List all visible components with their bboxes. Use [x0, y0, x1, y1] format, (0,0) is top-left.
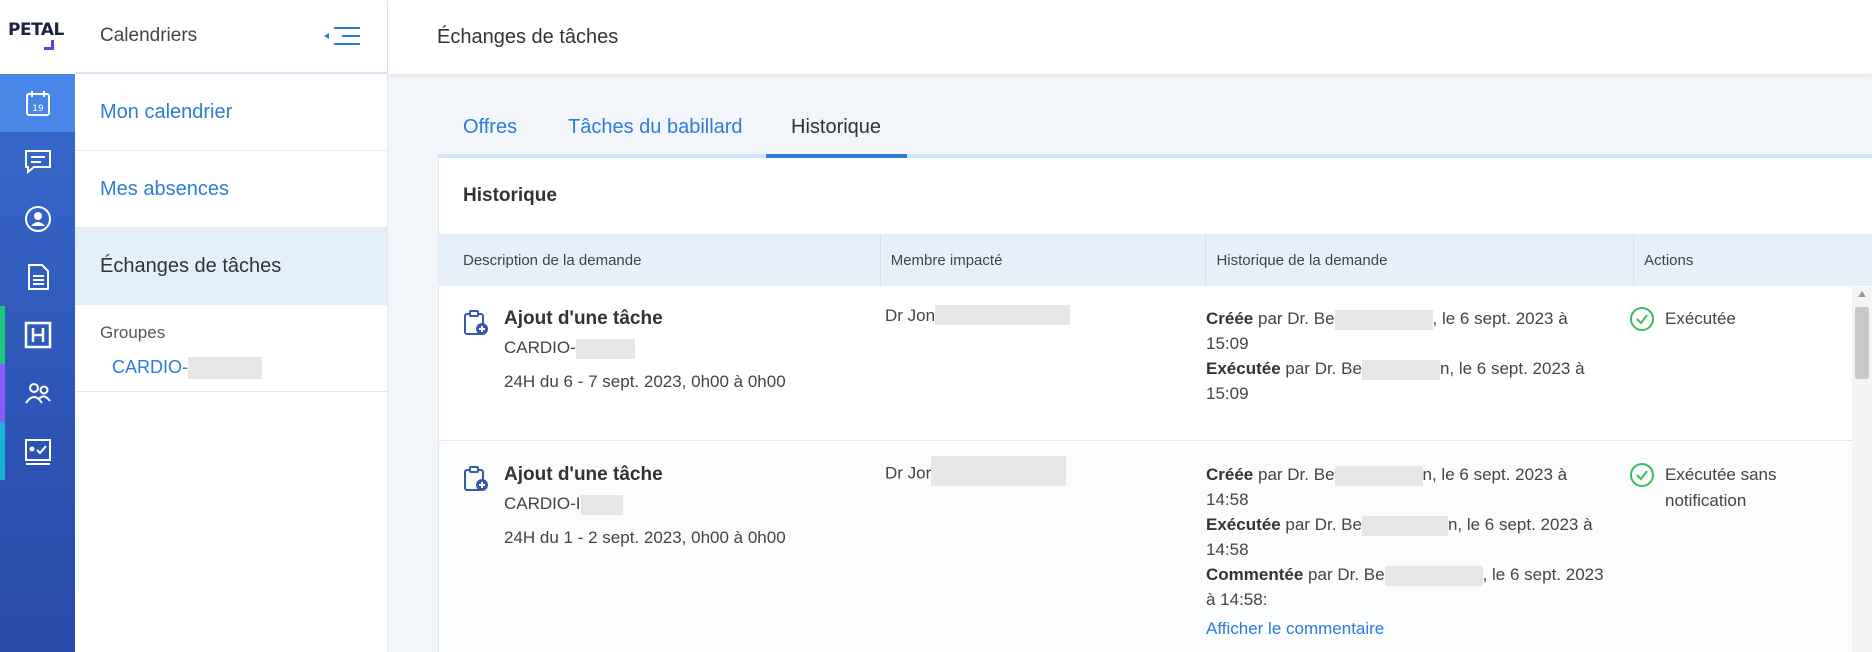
- request-history: Créée par Dr. Be n, le 6 sept. 2023 à 14:…: [1206, 462, 1611, 641]
- history-action: Exécutée: [1206, 515, 1281, 534]
- rail-documents[interactable]: [0, 248, 75, 306]
- top-bar: Échanges de tâches: [388, 0, 1872, 74]
- table-row[interactable]: Ajout d'une tâche CARDIO- 24H du 6 - 7 s…: [439, 286, 1872, 441]
- redacted-text: [935, 304, 1071, 325]
- check-circle-icon: [1630, 463, 1654, 487]
- history-action: Créée: [1206, 465, 1254, 484]
- task-title: Ajout d'une tâche: [504, 308, 663, 329]
- collapse-menu-icon[interactable]: [322, 24, 362, 48]
- rail-presentation[interactable]: [0, 422, 75, 480]
- task-group: CARDIO-I: [504, 494, 623, 515]
- sidebar-item-mon-calendrier[interactable]: Mon calendrier: [75, 74, 387, 151]
- sidebar-item-mes-absences[interactable]: Mes absences: [75, 151, 387, 228]
- request-history: Créée par Dr. Be, le 6 sept. 2023 à 15:0…: [1206, 306, 1611, 406]
- presentation-check-icon: [24, 439, 51, 465]
- history-entry: Exécutée par Dr. Be n, le 6 sept. 2023 à …: [1206, 512, 1611, 562]
- team-icon: [24, 383, 51, 404]
- hospital-icon: [24, 321, 51, 349]
- rail-accent-strip: [0, 306, 5, 364]
- tab-historique[interactable]: Historique: [791, 116, 881, 158]
- history-actor: par Dr. Be: [1280, 359, 1362, 378]
- calendar-icon: 19: [25, 91, 50, 116]
- redacted-text: [931, 456, 1067, 486]
- history-card: Historique Description de la demande Mem…: [438, 158, 1872, 652]
- rail-profile[interactable]: [0, 190, 75, 248]
- member-name: Dr Jor: [885, 463, 932, 483]
- tab-bar: Offres Tâches du babillard Historique: [438, 100, 1872, 158]
- logo-mark: [44, 40, 54, 50]
- document-icon: [27, 264, 49, 290]
- rail-messages[interactable]: [0, 132, 75, 190]
- impacted-member: Dr Jor: [885, 456, 1067, 486]
- calendar-sidebar: Calendriers Mon calendrier Mes absences …: [75, 0, 388, 652]
- task-group-label: CARDIO-: [504, 338, 576, 357]
- logo[interactable]: PETAL: [0, 0, 75, 74]
- table-scrollbar[interactable]: [1852, 287, 1872, 652]
- show-comment-link[interactable]: Afficher le commentaire: [1206, 616, 1611, 641]
- history-entry: Exécutée par Dr. Be n, le 6 sept. 2023 à …: [1206, 356, 1611, 406]
- sidebar-header: Calendriers: [75, 0, 387, 74]
- redacted-text: [575, 338, 635, 359]
- logo-text: PETAL: [8, 20, 64, 40]
- column-header[interactable]: Historique de la demande: [1206, 235, 1635, 286]
- column-header[interactable]: Actions: [1634, 235, 1872, 286]
- redacted-text: [1334, 309, 1433, 330]
- table-header: Description de la demande Membre impacté…: [439, 235, 1872, 286]
- sidebar-title: Calendriers: [100, 25, 198, 46]
- history-action: Créée: [1206, 309, 1254, 328]
- group-link-label: CARDIO-: [112, 357, 188, 377]
- task-title: Ajout d'une tâche: [504, 464, 663, 485]
- action-label: Exécutée sans notification: [1665, 465, 1777, 510]
- rail-team[interactable]: [0, 364, 75, 422]
- redacted-text: [188, 357, 262, 380]
- redacted-text: [1361, 515, 1448, 536]
- table-row[interactable]: Ajout d'une tâche CARDIO-I 24H du 1 - 2 …: [439, 442, 1872, 652]
- chat-icon: [24, 150, 51, 175]
- redacted-text: [1361, 359, 1440, 380]
- history-actor: par Dr. Be: [1280, 515, 1362, 534]
- impacted-member: Dr Jon: [885, 304, 1071, 326]
- rail-hospital[interactable]: [0, 306, 75, 364]
- redacted-text: [580, 494, 623, 515]
- history-actor: par Dr. Be: [1253, 465, 1335, 484]
- task-group: CARDIO-: [504, 338, 635, 359]
- calendar-badge: 19: [32, 104, 44, 114]
- task-date: 24H du 6 - 7 sept. 2023, 0h00 à 0h00: [504, 372, 786, 391]
- history-entry: Créée par Dr. Be n, le 6 sept. 2023 à 14:…: [1206, 462, 1611, 512]
- history-action: Exécutée: [1206, 359, 1281, 378]
- rail-accent-strip: [0, 364, 5, 422]
- redacted-text: [1384, 565, 1483, 586]
- column-header[interactable]: Membre impacté: [881, 235, 1207, 286]
- card-title: Historique: [439, 158, 1872, 235]
- action-status: Exécutée sans notification: [1629, 462, 1815, 514]
- clipboard-add-icon: [464, 310, 488, 335]
- member-name: Dr Jon: [885, 306, 936, 325]
- history-action: Commentée: [1206, 565, 1304, 584]
- clipboard-add-icon: [464, 466, 488, 491]
- action-status: Exécutée: [1629, 306, 1736, 332]
- page-title: Échanges de tâches: [437, 25, 619, 48]
- task-date: 24H du 1 - 2 sept. 2023, 0h00 à 0h00: [504, 528, 786, 547]
- redacted-text: [1334, 465, 1423, 486]
- rail-accent-strip: [0, 422, 5, 480]
- check-circle-icon: [1630, 307, 1654, 331]
- user-circle-icon: [24, 206, 51, 232]
- icon-rail: PETAL 19: [0, 0, 75, 652]
- task-group-label: CARDIO-I: [504, 494, 581, 513]
- history-entry: Créée par Dr. Be, le 6 sept. 2023 à 15:0…: [1206, 306, 1611, 356]
- groups-label: Groupes: [100, 323, 166, 342]
- action-label: Exécutée: [1665, 309, 1736, 328]
- rail-calendar[interactable]: 19: [0, 74, 75, 132]
- scroll-thumb[interactable]: [1855, 307, 1869, 379]
- history-entry: Commentée par Dr. Be, le 6 sept. 2023 à …: [1206, 562, 1611, 612]
- tab-taches-babillard[interactable]: Tâches du babillard: [568, 116, 743, 158]
- scroll-up-arrow-icon[interactable]: [1858, 291, 1866, 297]
- history-actor: par Dr. Be: [1253, 309, 1335, 328]
- column-header[interactable]: Description de la demande: [439, 235, 881, 286]
- group-link[interactable]: CARDIO-: [75, 351, 387, 393]
- sidebar-item-echanges[interactable]: Échanges de tâches: [75, 228, 387, 305]
- history-actor: par Dr. Be: [1303, 565, 1385, 584]
- tab-offres[interactable]: Offres: [463, 116, 517, 158]
